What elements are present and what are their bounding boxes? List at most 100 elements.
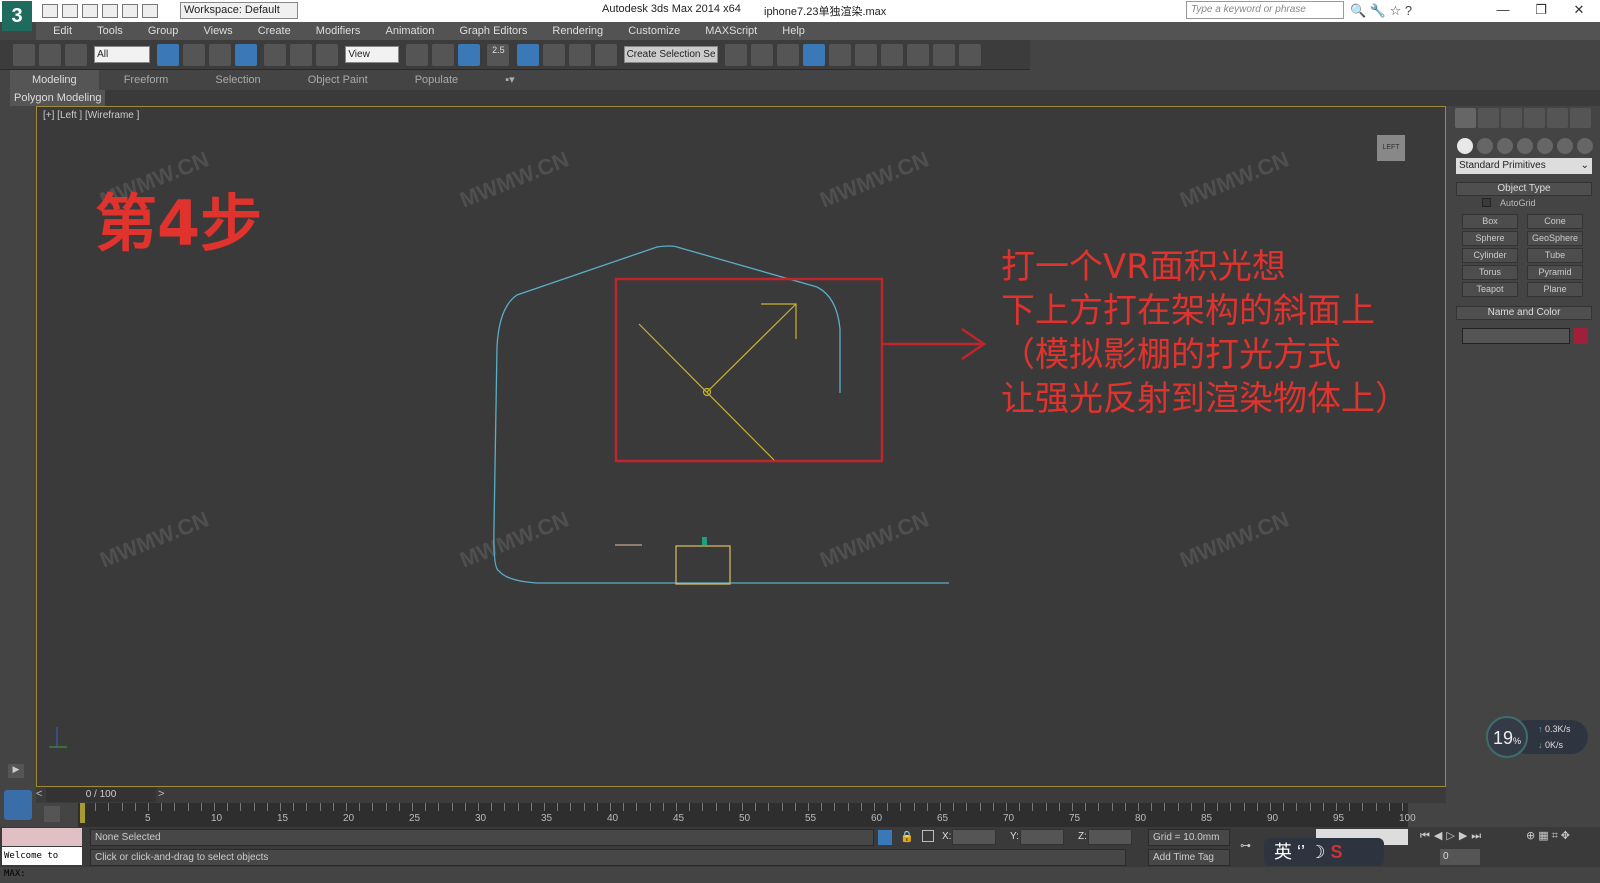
close-button[interactable]: ✕: [1564, 2, 1594, 18]
percent-snap-icon[interactable]: [542, 44, 565, 66]
sphere-button[interactable]: Sphere: [1462, 231, 1518, 246]
geosphere-button[interactable]: GeoSphere: [1527, 231, 1583, 246]
unlink-icon[interactable]: [39, 44, 62, 66]
maxscript-input[interactable]: Welcome to MAX:: [2, 847, 82, 879]
viewcube[interactable]: LEFT: [1377, 135, 1405, 161]
select-by-name-icon[interactable]: [183, 44, 206, 66]
select-object-icon[interactable]: [157, 44, 180, 66]
link-icon[interactable]: [13, 44, 36, 66]
tab-populate[interactable]: Populate: [393, 70, 480, 90]
menu-group[interactable]: Group: [148, 22, 179, 40]
pivot-icon[interactable]: [432, 44, 455, 66]
cameras-icon[interactable]: [1517, 138, 1533, 154]
helpers-icon[interactable]: [1537, 138, 1553, 154]
autogrid-checkbox[interactable]: [1482, 198, 1491, 207]
align-icon[interactable]: [750, 44, 773, 66]
keyboard-shortcut-override-icon[interactable]: [458, 44, 481, 66]
object-name-input[interactable]: [1462, 328, 1570, 344]
name-and-color-rollout[interactable]: Name and Color: [1456, 306, 1592, 320]
motion-tab-icon[interactable]: [1524, 108, 1545, 128]
save-icon[interactable]: [82, 4, 98, 18]
scale-icon[interactable]: [316, 44, 339, 66]
y-coordinate-input[interactable]: [1020, 829, 1064, 845]
display-tab-icon[interactable]: [1547, 108, 1568, 128]
tab-object-paint[interactable]: Object Paint: [286, 70, 390, 90]
shapes-icon[interactable]: [1477, 138, 1493, 154]
tube-button[interactable]: Tube: [1527, 248, 1583, 263]
tab-freeform[interactable]: Freeform: [102, 70, 191, 90]
maxscript-listener[interactable]: [2, 828, 82, 846]
minimize-button[interactable]: —: [1488, 2, 1518, 17]
lock-selection-icon[interactable]: 🔒: [900, 830, 914, 843]
tab-modeling[interactable]: Modeling: [10, 70, 99, 90]
utilities-tab-icon[interactable]: [1570, 108, 1591, 128]
scene-explorer-icon[interactable]: [802, 44, 825, 66]
bind-space-warp-icon[interactable]: [65, 44, 88, 66]
pyramid-button[interactable]: Pyramid: [1527, 265, 1583, 280]
render-setup-icon[interactable]: [906, 44, 929, 66]
set-key-icon[interactable]: ⊶: [1240, 839, 1251, 852]
ime-toolbar[interactable]: 英 ‘’ ☽ S: [1264, 838, 1384, 866]
dope-sheet-toggle-icon[interactable]: [44, 806, 60, 822]
menu-modifiers[interactable]: Modifiers: [316, 22, 361, 40]
geometry-icon[interactable]: [1457, 138, 1473, 154]
layer-manager-icon[interactable]: [776, 44, 799, 66]
viewport-navigation-controls[interactable]: ⊕▦⌗✥: [1526, 829, 1573, 843]
edit-named-selection-icon[interactable]: [594, 44, 617, 66]
schematic-view-icon[interactable]: [854, 44, 877, 66]
cone-button[interactable]: Cone: [1527, 214, 1583, 229]
current-frame-input[interactable]: 0: [1440, 849, 1480, 865]
infocenter-icons[interactable]: 🔍 🔧 ☆ ?: [1350, 3, 1412, 19]
open-icon[interactable]: [62, 4, 78, 18]
create-tab-icon[interactable]: [1455, 108, 1476, 128]
hierarchy-tab-icon[interactable]: [1501, 108, 1522, 128]
x-coordinate-input[interactable]: [952, 829, 996, 845]
new-icon[interactable]: [42, 4, 58, 18]
object-color-swatch[interactable]: [1574, 328, 1588, 344]
rectangular-selection-icon[interactable]: [209, 44, 232, 66]
systems-icon[interactable]: [1577, 138, 1593, 154]
render-teapot-icon[interactable]: [958, 44, 981, 66]
redo-icon[interactable]: [122, 4, 138, 18]
menu-graph-editors[interactable]: Graph Editors: [459, 22, 527, 40]
lights-icon[interactable]: [1497, 138, 1513, 154]
spinner-snap-icon[interactable]: [568, 44, 591, 66]
menu-rendering[interactable]: Rendering: [552, 22, 603, 40]
menu-create[interactable]: Create: [258, 22, 291, 40]
prev-frame-button[interactable]: <: [36, 788, 46, 800]
play-icon[interactable]: ▶: [8, 764, 24, 778]
absolute-mode-icon[interactable]: [922, 830, 934, 842]
material-editor-icon[interactable]: [880, 44, 903, 66]
workspace-dropdown[interactable]: Workspace: Default: [180, 2, 298, 19]
menu-tools[interactable]: Tools: [97, 22, 123, 40]
playback-controls[interactable]: ⏮◀▷▶⏭: [1420, 829, 1485, 843]
rendered-frame-window-icon[interactable]: [932, 44, 955, 66]
project-folder-icon[interactable]: [142, 4, 158, 18]
current-frame-marker[interactable]: [80, 803, 85, 823]
selection-filter-dropdown[interactable]: All: [94, 46, 151, 63]
polygon-modeling-panel[interactable]: Polygon Modeling: [10, 90, 106, 106]
window-crossing-icon[interactable]: [235, 44, 258, 66]
menu-views[interactable]: Views: [203, 22, 232, 40]
modify-tab-icon[interactable]: [1478, 108, 1499, 128]
primitive-category-dropdown[interactable]: Standard Primitives ⌄: [1456, 158, 1592, 174]
menu-customize[interactable]: Customize: [628, 22, 680, 40]
tab-selection[interactable]: Selection: [193, 70, 282, 90]
time-slider[interactable]: 0 / 100: [46, 788, 156, 802]
move-icon[interactable]: [264, 44, 287, 66]
reference-coordinate-dropdown[interactable]: View: [345, 46, 400, 63]
app-logo-button[interactable]: 3: [2, 1, 32, 31]
angle-snap-icon[interactable]: [516, 44, 539, 66]
plane-button[interactable]: Plane: [1527, 282, 1583, 297]
box-button[interactable]: Box: [1462, 214, 1518, 229]
restore-button[interactable]: ❐: [1526, 2, 1556, 18]
named-selection-dropdown[interactable]: Create Selection Se: [623, 46, 718, 63]
menu-edit[interactable]: Edit: [53, 22, 72, 40]
torus-button[interactable]: Torus: [1462, 265, 1518, 280]
mini-listener-button[interactable]: [4, 790, 32, 820]
z-coordinate-input[interactable]: [1088, 829, 1132, 845]
isolate-selection-icon[interactable]: [878, 830, 892, 845]
object-type-rollout[interactable]: Object Type: [1456, 182, 1592, 196]
menu-help[interactable]: Help: [782, 22, 805, 40]
cylinder-button[interactable]: Cylinder: [1462, 248, 1518, 263]
